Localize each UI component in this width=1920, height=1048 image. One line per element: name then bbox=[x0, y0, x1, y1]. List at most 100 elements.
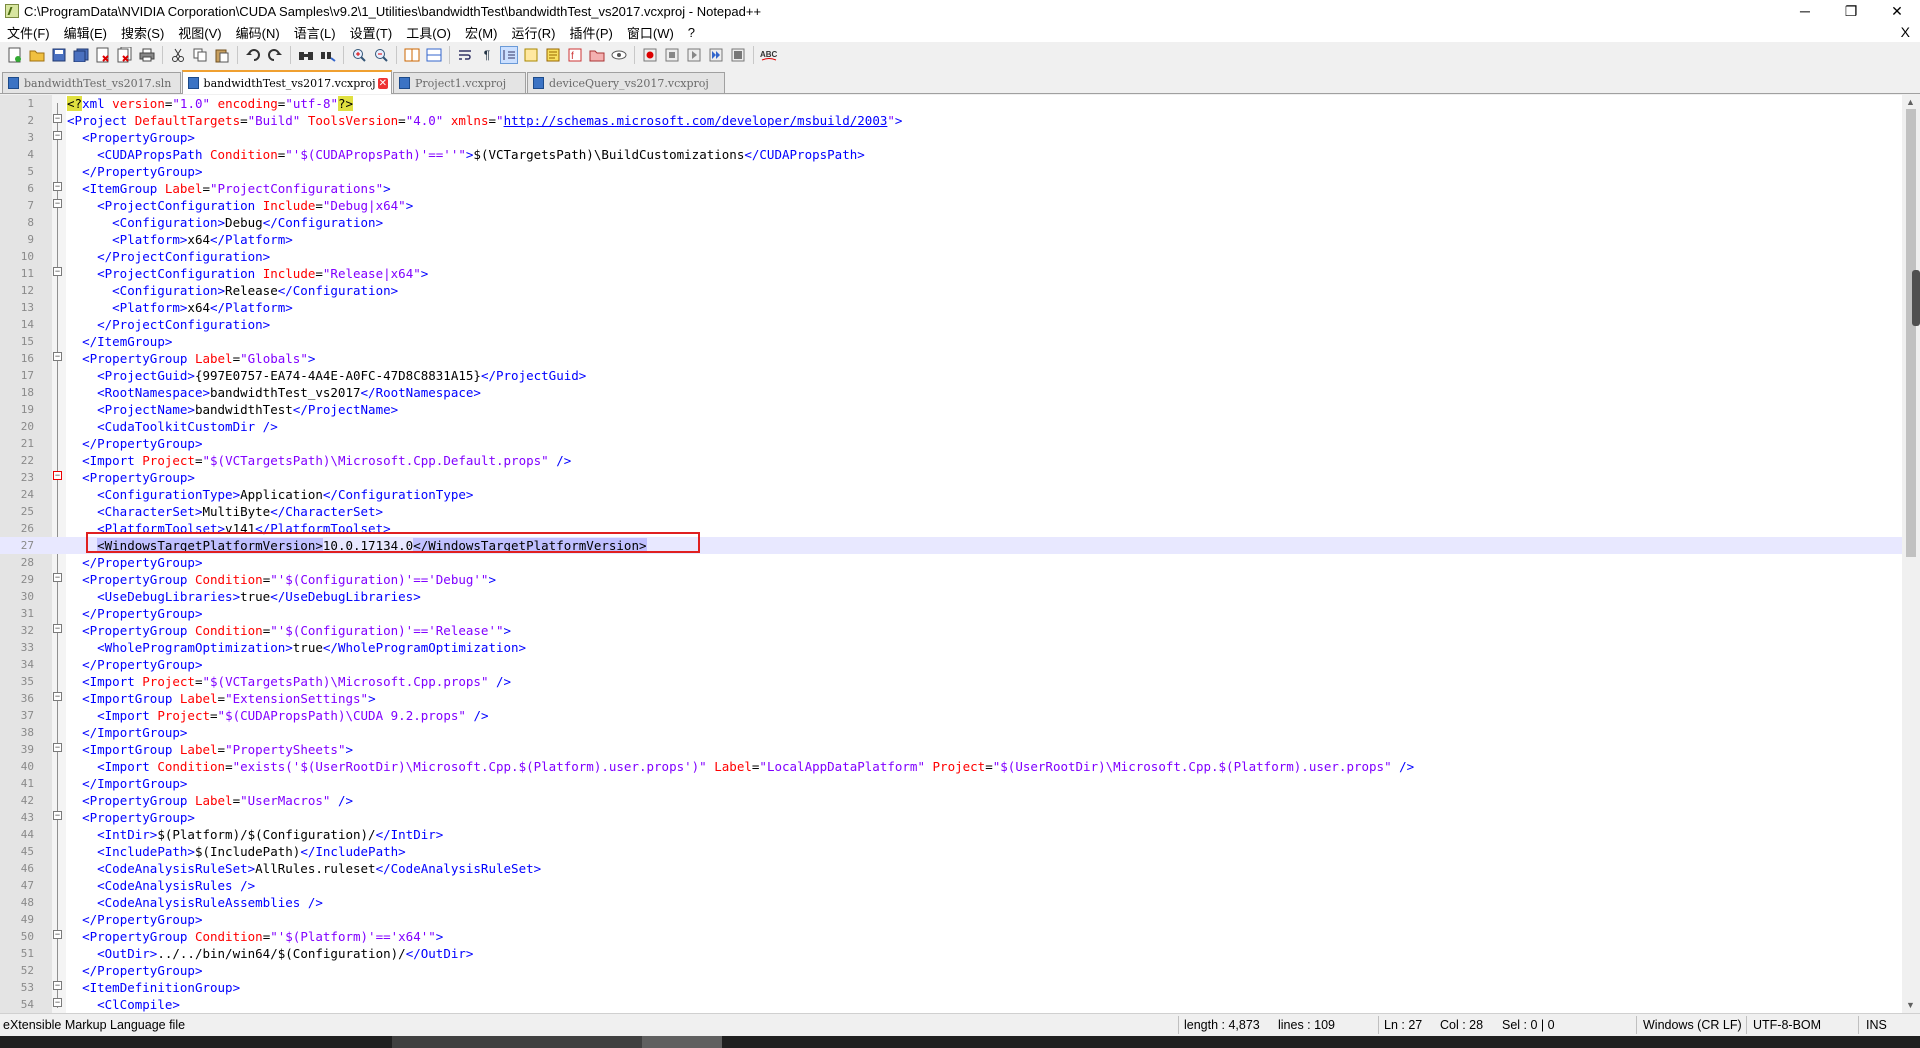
scroll-up-icon[interactable]: ▲ bbox=[1906, 97, 1915, 107]
menu-language[interactable]: 语言(L) bbox=[287, 23, 343, 42]
code-line[interactable]: 3 − <PropertyGroup> bbox=[0, 129, 1902, 146]
code-line[interactable]: 34 </PropertyGroup> bbox=[0, 656, 1902, 673]
paste-icon[interactable] bbox=[213, 46, 231, 64]
fold-toggle-icon[interactable]: − bbox=[53, 352, 62, 361]
tab-project1-vcxproj[interactable]: Project1.vcxproj bbox=[393, 72, 526, 93]
save-all-icon[interactable] bbox=[72, 46, 90, 64]
code-line[interactable]: 2 − <Project DefaultTargets="Build" ToolsV… bbox=[0, 112, 1902, 129]
doc-map-icon[interactable] bbox=[544, 46, 562, 64]
code-line[interactable]: 17 <ProjectGuid>{997E0757-EA74-4A4E-A0FC… bbox=[0, 367, 1902, 384]
menu-encoding[interactable]: 编码(N) bbox=[229, 23, 287, 42]
zoom-out-icon[interactable] bbox=[372, 46, 390, 64]
code-line[interactable]: 44 <IntDir>$(Platform)/$(Configuration)/… bbox=[0, 826, 1902, 843]
code-line[interactable]: 21 </PropertyGroup> bbox=[0, 435, 1902, 452]
folder-workspace-icon[interactable] bbox=[588, 46, 606, 64]
menu-edit[interactable]: 编辑(E) bbox=[57, 23, 114, 42]
print-icon[interactable] bbox=[138, 46, 156, 64]
code-line[interactable]: 39 − <ImportGroup Label="PropertySheets"> bbox=[0, 741, 1902, 758]
code-line[interactable]: 16 − <PropertyGroup Label="Globals"> bbox=[0, 350, 1902, 367]
sync-h-icon[interactable] bbox=[425, 46, 443, 64]
close-document-button[interactable]: X bbox=[1901, 24, 1910, 40]
fold-toggle-icon[interactable]: − bbox=[53, 811, 62, 820]
save-macro-icon[interactable] bbox=[729, 46, 747, 64]
find-icon[interactable] bbox=[297, 46, 315, 64]
code-line[interactable]: 36 − <ImportGroup Label="ExtensionSetting… bbox=[0, 690, 1902, 707]
code-line[interactable]: 38 </ImportGroup> bbox=[0, 724, 1902, 741]
code-line[interactable]: 46 <CodeAnalysisRuleSet>AllRules.ruleset… bbox=[0, 860, 1902, 877]
fold-toggle-icon[interactable]: − bbox=[53, 182, 62, 191]
taskbar-item-active[interactable] bbox=[642, 1036, 722, 1048]
menu-window[interactable]: 窗口(W) bbox=[620, 23, 681, 42]
fold-toggle-icon[interactable]: − bbox=[53, 930, 62, 939]
code-line[interactable]: 1 <?xml version="1.0" encoding="utf-8"?> bbox=[0, 95, 1902, 112]
function-list-icon[interactable]: f bbox=[566, 46, 584, 64]
code-line[interactable]: 35 <Import Project="$(VCTargetsPath)\Mic… bbox=[0, 673, 1902, 690]
new-file-icon[interactable] bbox=[6, 46, 24, 64]
tab-close-icon[interactable]: ✕ bbox=[377, 77, 388, 89]
copy-icon[interactable] bbox=[191, 46, 209, 64]
undo-icon[interactable] bbox=[244, 46, 262, 64]
code-line[interactable]: 22 <Import Project="$(VCTargetsPath)\Mic… bbox=[0, 452, 1902, 469]
code-line[interactable]: 37 <Import Project="$(CUDAPropsPath)\CUD… bbox=[0, 707, 1902, 724]
open-file-icon[interactable] bbox=[28, 46, 46, 64]
code-line[interactable]: 19 <ProjectName>bandwidthTest</ProjectNa… bbox=[0, 401, 1902, 418]
fold-toggle-icon[interactable]: − bbox=[53, 692, 62, 701]
code-line[interactable]: 47 <CodeAnalysisRules /> bbox=[0, 877, 1902, 894]
code-line[interactable]: 9 <Platform>x64</Platform> bbox=[0, 231, 1902, 248]
spellcheck-icon[interactable]: ABC bbox=[760, 46, 778, 64]
code-line[interactable]: 20 <CudaToolkitCustomDir /> bbox=[0, 418, 1902, 435]
fold-toggle-icon[interactable]: − bbox=[53, 114, 62, 123]
indent-guide-icon[interactable] bbox=[500, 46, 518, 64]
fold-toggle-icon[interactable]: − bbox=[53, 267, 62, 276]
code-line[interactable]: 24 <ConfigurationType>Application</Confi… bbox=[0, 486, 1902, 503]
code-line[interactable]: 53 − <ItemDefinitionGroup> bbox=[0, 979, 1902, 996]
restore-button[interactable]: ❐ bbox=[1828, 0, 1874, 22]
fold-toggle-icon[interactable]: − bbox=[53, 981, 62, 990]
udl-icon[interactable] bbox=[522, 46, 540, 64]
code-line[interactable]: 13 <Platform>x64</Platform> bbox=[0, 299, 1902, 316]
code-line[interactable]: 42 <PropertyGroup Label="UserMacros" /> bbox=[0, 792, 1902, 809]
code-line[interactable]: 23 − <PropertyGroup> bbox=[0, 469, 1902, 486]
code-line[interactable]: 32 − <PropertyGroup Condition="'$(Configu… bbox=[0, 622, 1902, 639]
code-line[interactable]: 52 </PropertyGroup> bbox=[0, 962, 1902, 979]
code-line[interactable]: 50 − <PropertyGroup Condition="'$(Platfor… bbox=[0, 928, 1902, 945]
menu-file[interactable]: 文件(F) bbox=[0, 23, 57, 42]
monitor-icon[interactable] bbox=[610, 46, 628, 64]
sync-v-icon[interactable] bbox=[403, 46, 421, 64]
code-editor[interactable]: 1 <?xml version="1.0" encoding="utf-8"?> 2… bbox=[0, 95, 1902, 1013]
fold-toggle-icon[interactable]: − bbox=[53, 131, 62, 140]
fold-toggle-icon[interactable]: − bbox=[53, 573, 62, 582]
code-line[interactable]: 28 </PropertyGroup> bbox=[0, 554, 1902, 571]
code-line[interactable]: 10 </ProjectConfiguration> bbox=[0, 248, 1902, 265]
close-icon[interactable] bbox=[94, 46, 112, 64]
tab-bandwidthtest-vcxproj[interactable]: bandwidthTest_vs2017.vcxproj ✕ bbox=[182, 70, 392, 94]
record-macro-icon[interactable] bbox=[641, 46, 659, 64]
menu-plugins[interactable]: 插件(P) bbox=[563, 23, 620, 42]
menu-search[interactable]: 搜索(S) bbox=[114, 23, 171, 42]
code-line[interactable]: 11 − <ProjectConfiguration Include="Relea… bbox=[0, 265, 1902, 282]
code-line[interactable]: 4 <CUDAPropsPath Condition="'$(CUDAProps… bbox=[0, 146, 1902, 163]
code-line[interactable]: 54 − <ClCompile> bbox=[0, 996, 1902, 1013]
code-line[interactable]: 51 <OutDir>../../bin/win64/$(Configurati… bbox=[0, 945, 1902, 962]
fold-toggle-icon[interactable]: − bbox=[53, 624, 62, 633]
code-line[interactable]: 41 </ImportGroup> bbox=[0, 775, 1902, 792]
stop-record-icon[interactable] bbox=[663, 46, 681, 64]
code-line[interactable]: 29 − <PropertyGroup Condition="'$(Configu… bbox=[0, 571, 1902, 588]
fold-toggle-icon[interactable]: − bbox=[53, 471, 62, 480]
menu-run[interactable]: 运行(R) bbox=[504, 23, 562, 42]
code-line[interactable]: 25 <CharacterSet>MultiByte</CharacterSet… bbox=[0, 503, 1902, 520]
fold-toggle-icon[interactable]: − bbox=[53, 743, 62, 752]
cut-icon[interactable] bbox=[169, 46, 187, 64]
minimize-button[interactable]: ─ bbox=[1782, 0, 1828, 22]
code-line[interactable]: 45 <IncludePath>$(IncludePath)</IncludeP… bbox=[0, 843, 1902, 860]
code-line[interactable]: 48 <CodeAnalysisRuleAssemblies /> bbox=[0, 894, 1902, 911]
replace-icon[interactable] bbox=[319, 46, 337, 64]
code-line[interactable]: 33 <WholeProgramOptimization>true</Whole… bbox=[0, 639, 1902, 656]
menu-settings[interactable]: 设置(T) bbox=[343, 23, 400, 42]
fold-toggle-icon[interactable]: − bbox=[53, 998, 62, 1007]
tab-devicequery-vcxproj[interactable]: deviceQuery_vs2017.vcxproj bbox=[527, 72, 725, 93]
scroll-down-icon[interactable]: ▼ bbox=[1906, 1000, 1915, 1010]
code-line[interactable]: 40 <Import Condition="exists('$(UserRoot… bbox=[0, 758, 1902, 775]
show-all-chars-icon[interactable]: ¶ bbox=[478, 46, 496, 64]
word-wrap-icon[interactable] bbox=[456, 46, 474, 64]
